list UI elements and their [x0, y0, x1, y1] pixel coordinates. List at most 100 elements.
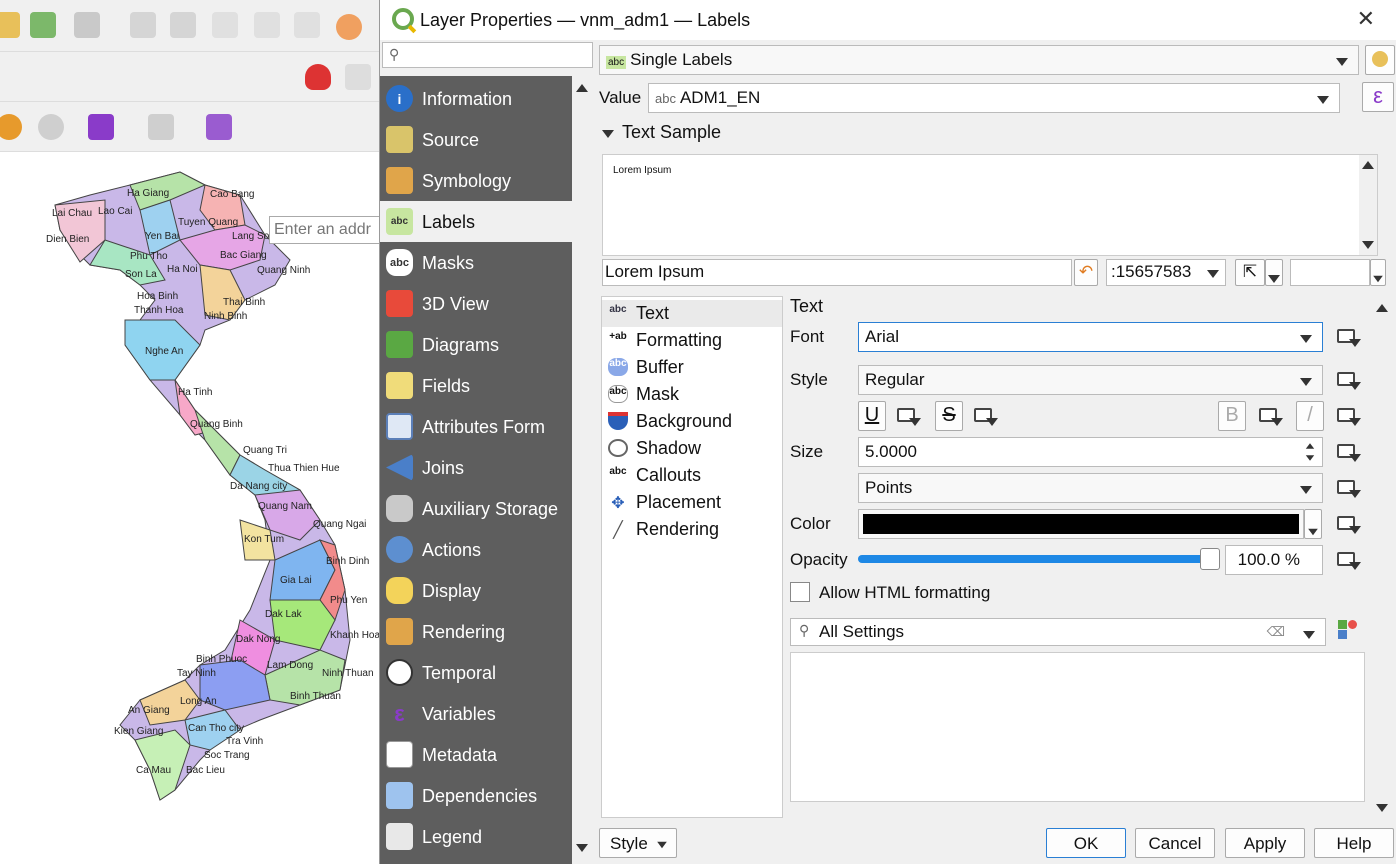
sidebar-item-temporal[interactable]: Temporal: [380, 652, 572, 693]
subnav-callouts[interactable]: abc Callouts: [602, 462, 782, 489]
bold-button[interactable]: B: [1218, 401, 1246, 431]
scroll-down-icon[interactable]: [1362, 241, 1374, 249]
strikeout-button[interactable]: S: [935, 401, 963, 431]
font-select[interactable]: Arial: [858, 322, 1323, 352]
subnav-buffer[interactable]: abc Buffer: [602, 354, 782, 381]
help-button[interactable]: Help: [1314, 828, 1394, 858]
filter-icon[interactable]: [148, 114, 174, 140]
subnav-mask[interactable]: abc Mask: [602, 381, 782, 408]
sample-text-input[interactable]: Lorem Ipsum: [602, 259, 1072, 286]
scroll-up-icon[interactable]: [576, 84, 588, 92]
data-defined-override-icon[interactable]: [972, 404, 1000, 428]
text-sample-toggle[interactable]: Text Sample: [602, 122, 721, 143]
preview-scrollbar[interactable]: [1359, 155, 1377, 255]
select-features-icon[interactable]: [88, 114, 114, 140]
expression-button[interactable]: ε: [1362, 82, 1394, 112]
plugins-icon[interactable]: [38, 114, 64, 140]
sidebar-scrollbar[interactable]: [572, 76, 592, 864]
color-dropdown[interactable]: [1304, 509, 1322, 539]
data-defined-override-icon[interactable]: [1335, 325, 1363, 349]
sidebar-item-metadata[interactable]: Metadata: [380, 734, 572, 775]
data-defined-override-icon[interactable]: [1335, 548, 1363, 572]
sidebar-item-source[interactable]: Source: [380, 119, 572, 160]
sidebar-item-diagrams[interactable]: Diagrams: [380, 324, 572, 365]
sidebar-search-input[interactable]: ⚲: [382, 42, 593, 68]
sidebar-item-auxiliary-storage[interactable]: Auxiliary Storage: [380, 488, 572, 529]
data-defined-override-icon[interactable]: [895, 404, 923, 428]
opacity-slider[interactable]: [858, 548, 1220, 570]
sidebar-item-labels[interactable]: abc Labels: [380, 201, 572, 242]
data-defined-override-icon[interactable]: [1335, 476, 1363, 500]
value-field-select[interactable]: abc ADM1_EN: [648, 83, 1340, 113]
paste-icon[interactable]: [294, 12, 320, 38]
size-spinbox[interactable]: 5.0000: [858, 437, 1323, 467]
sidebar-item-legend[interactable]: Legend: [380, 816, 572, 857]
sidebar-item-rendering[interactable]: Rendering: [380, 611, 572, 652]
scale-select[interactable]: :15657583: [1106, 259, 1226, 286]
data-defined-override-icon[interactable]: [1257, 404, 1285, 428]
underline-button[interactable]: U: [858, 401, 886, 431]
style-select[interactable]: Regular: [858, 365, 1323, 395]
undo-icon[interactable]: [336, 14, 362, 40]
data-defined-override-icon[interactable]: [1335, 368, 1363, 392]
subnav-formatting[interactable]: +ab Formatting: [602, 327, 782, 354]
allow-html-checkbox[interactable]: [790, 582, 810, 602]
cancel-button[interactable]: Cancel: [1135, 828, 1215, 858]
magnet-icon[interactable]: [305, 64, 331, 90]
sidebar-item-symbology[interactable]: Symbology: [380, 160, 572, 201]
italic-button[interactable]: /: [1296, 401, 1324, 431]
style-manager-icon[interactable]: [1338, 620, 1360, 642]
network-icon[interactable]: [206, 114, 232, 140]
data-defined-override-icon[interactable]: [1335, 440, 1363, 464]
cut-icon[interactable]: [212, 12, 238, 38]
ok-button[interactable]: OK: [1046, 828, 1126, 858]
sidebar-item-joins[interactable]: Joins: [380, 447, 572, 488]
apply-button[interactable]: Apply: [1225, 828, 1305, 858]
subnav-placement[interactable]: ✥ Placement: [602, 489, 782, 516]
delete-icon[interactable]: [170, 12, 196, 38]
background-color-dropdown[interactable]: [1265, 259, 1283, 286]
settings-search-input[interactable]: ⚲ All Settings ⌫: [790, 618, 1326, 646]
background-color-button[interactable]: ⇱: [1235, 259, 1265, 286]
size-unit-select[interactable]: Points: [858, 473, 1323, 503]
sidebar-item-display[interactable]: Display: [380, 570, 572, 611]
edit-icon[interactable]: [0, 12, 20, 38]
sidebar-item-variables[interactable]: ε Variables: [380, 693, 572, 734]
sidebar-item-actions[interactable]: Actions: [380, 529, 572, 570]
settings-scrollbar[interactable]: [1373, 296, 1393, 816]
preview-color-dropdown[interactable]: [1370, 259, 1386, 286]
scroll-up-icon[interactable]: [1362, 161, 1374, 169]
style-menu-button[interactable]: Style: [599, 828, 677, 858]
processing-icon[interactable]: [0, 114, 22, 140]
scroll-down-icon[interactable]: [1376, 804, 1388, 812]
address-search-input[interactable]: Enter an addr: [269, 216, 389, 244]
opacity-spinbox[interactable]: 100.0 %: [1225, 545, 1323, 575]
digitize-icon[interactable]: [30, 12, 56, 38]
spin-up-icon[interactable]: [1305, 443, 1315, 449]
snapping-icon[interactable]: [345, 64, 371, 90]
label-mode-select[interactable]: abc Single Labels: [599, 45, 1359, 75]
sidebar-item-fields[interactable]: Fields: [380, 365, 572, 406]
settings-list[interactable]: [790, 652, 1365, 802]
sidebar-item-masks[interactable]: abc Masks: [380, 242, 572, 283]
modify-attributes-icon[interactable]: [130, 12, 156, 38]
subnav-text[interactable]: abc Text: [602, 300, 782, 327]
data-defined-override-icon[interactable]: [1335, 512, 1363, 536]
subnav-rendering[interactable]: ╱ Rendering: [602, 516, 782, 543]
reset-sample-button[interactable]: ↶: [1074, 259, 1098, 286]
copy-icon[interactable]: [254, 12, 280, 38]
scroll-down-icon[interactable]: [576, 844, 588, 852]
spin-down-icon[interactable]: [1305, 455, 1315, 461]
opacity-slider-handle[interactable]: [1200, 548, 1220, 570]
clear-icon[interactable]: ⌫: [1267, 624, 1285, 640]
data-defined-override-icon[interactable]: [1335, 404, 1363, 428]
subnav-background[interactable]: Background: [602, 408, 782, 435]
sidebar-item-3d-view[interactable]: 3D View: [380, 283, 572, 324]
color-button[interactable]: [858, 509, 1304, 539]
preview-color-select[interactable]: [1290, 259, 1370, 286]
sidebar-item-information[interactable]: i Information: [380, 78, 572, 119]
subnav-shadow[interactable]: Shadow: [602, 435, 782, 462]
sidebar-item-dependencies[interactable]: Dependencies: [380, 775, 572, 816]
vertex-tool-icon[interactable]: [74, 12, 100, 38]
sidebar-item-attributes-form[interactable]: Attributes Form: [380, 406, 572, 447]
